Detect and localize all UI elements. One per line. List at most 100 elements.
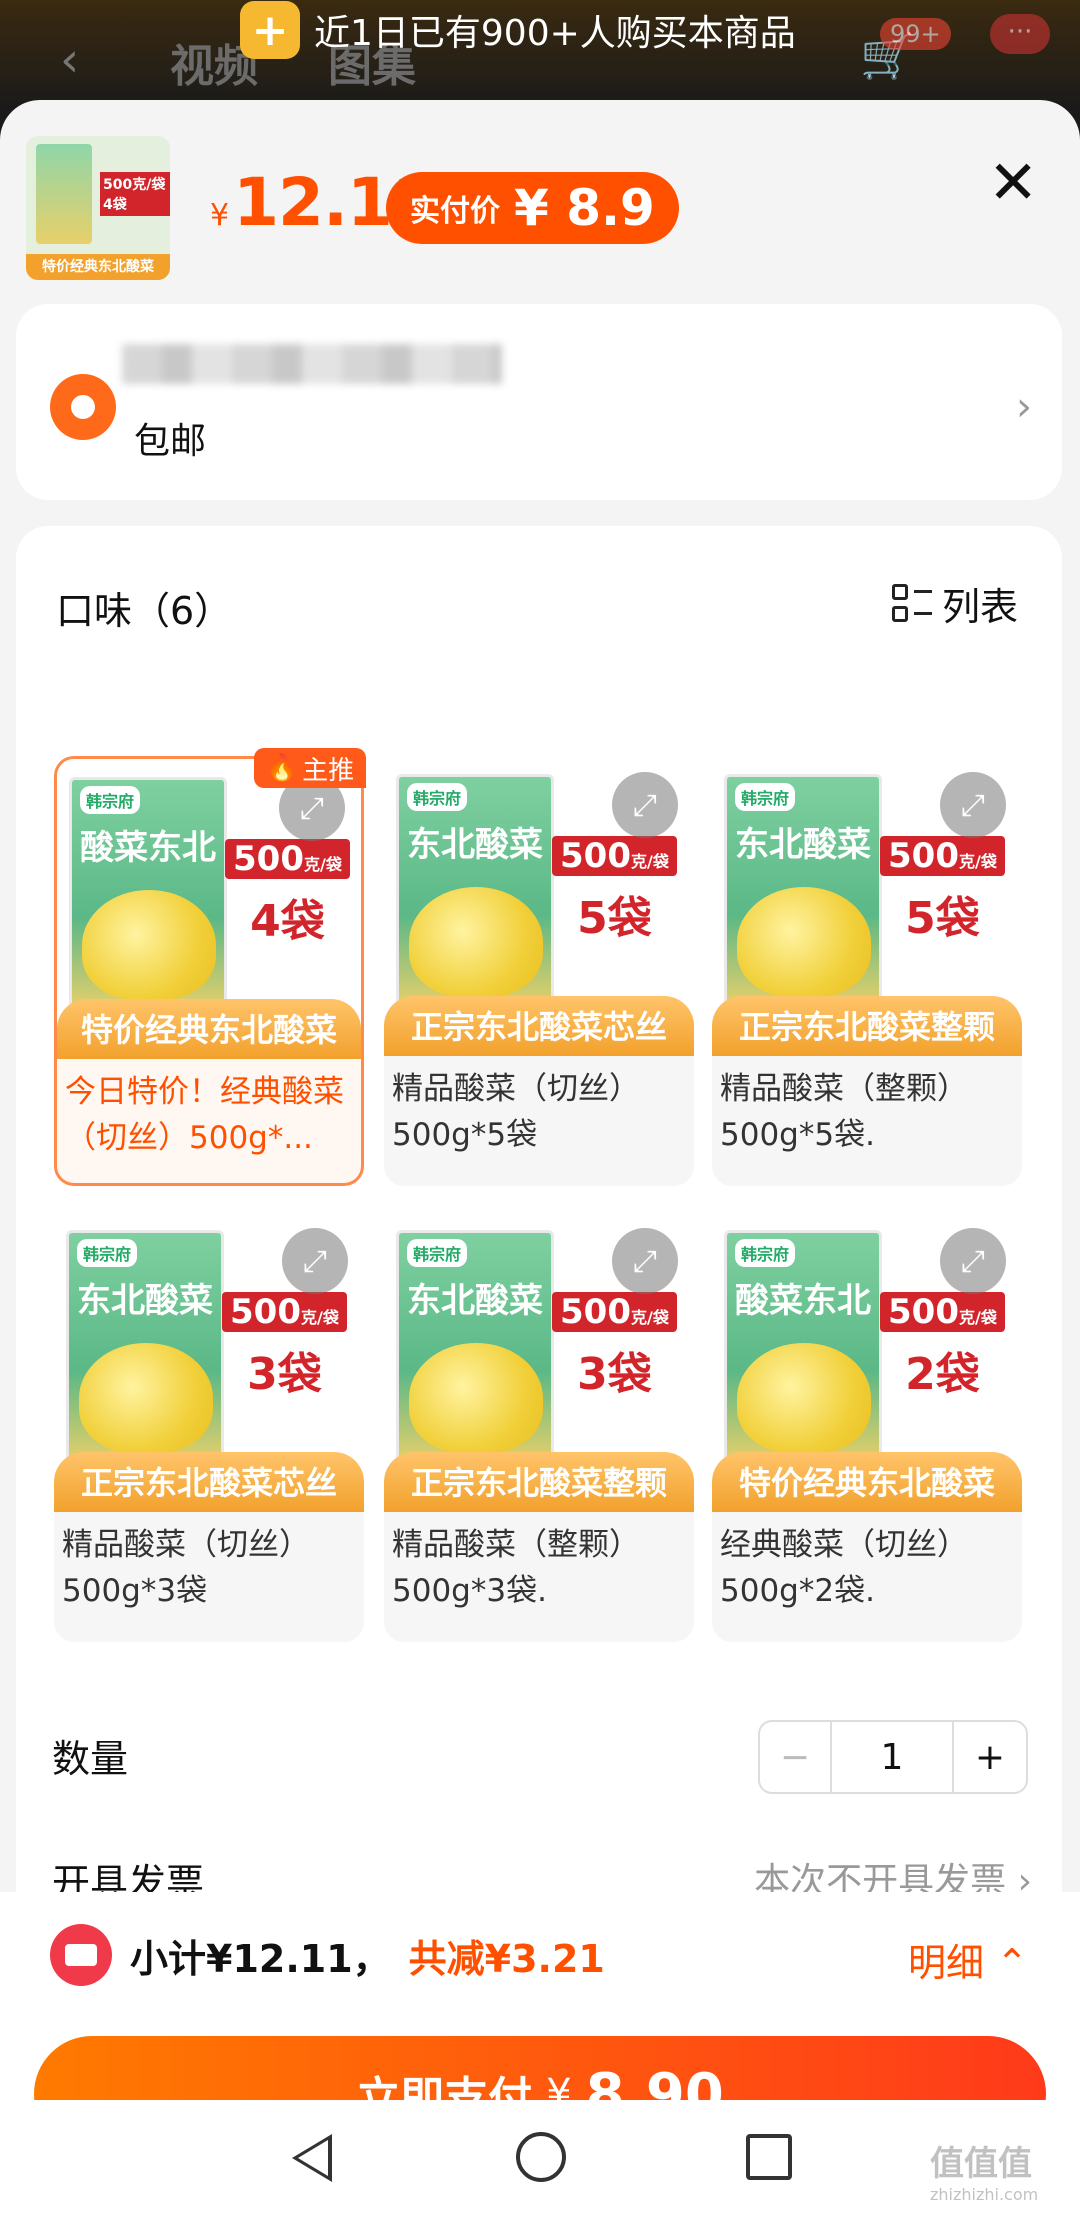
variant-strip: 正宗东北酸菜芯丝: [54, 1452, 364, 1512]
expand-icon[interactable]: ⤢: [940, 772, 1006, 838]
invoice-label: 开具发票: [52, 1861, 205, 1892]
close-icon[interactable]: ✕: [988, 148, 1038, 218]
weight: 500: [560, 836, 631, 876]
hot-tag: 🔥 主推: [254, 748, 366, 788]
expand-icon[interactable]: ⤢: [940, 1228, 1006, 1294]
address-blurred: [122, 344, 502, 384]
actual-price-label: 实付价: [410, 194, 500, 229]
variant-strip: 正宗东北酸菜整颗: [384, 1452, 694, 1512]
variant-card[interactable]: 韩宗府 东北酸菜 500克/袋 3袋 ⤢ 正宗东北酸菜芯丝精品酸菜（切丝）500g*3袋: [54, 1212, 364, 1642]
invoice-value: 本次不开具发票 ›: [754, 1861, 1032, 1892]
variant-image: 韩宗府 东北酸菜 500克/袋 3袋 ⤢ 正宗东北酸菜整颗: [384, 1212, 694, 1512]
bag-count: 3袋: [577, 1349, 652, 1400]
thumb-badge: 500克/袋 4袋: [100, 172, 170, 216]
watermark: 值值值 zhizhizhi.com: [930, 2144, 1039, 2204]
list-icon: [892, 583, 932, 624]
weight: 500: [560, 1292, 631, 1332]
address-card[interactable]: 包邮 ›: [16, 304, 1062, 500]
bag-count: 5袋: [905, 893, 980, 944]
pack-name: 东北酸菜: [735, 825, 871, 865]
nav-recent-icon[interactable]: [746, 2134, 792, 2180]
product-thumbnail[interactable]: 500克/袋 4袋 特价经典东北酸菜: [26, 136, 170, 280]
variant-description: 精品酸菜（切丝）500g*3袋: [62, 1527, 310, 1609]
bag-count: 3袋: [247, 1349, 322, 1400]
subtotal: 小计¥12.11，: [130, 1936, 391, 1981]
variant-card[interactable]: 韩宗府 酸菜东北 500克/袋 2袋 ⤢ 特价经典东北酸菜 经典酸菜（切丝）500g*2袋.: [712, 1212, 1022, 1642]
expand-icon[interactable]: ⤢: [282, 1228, 348, 1294]
invoice-row[interactable]: 开具发票 本次不开具发票 ›: [52, 1852, 1032, 1892]
expand-icon[interactable]: ⤢: [612, 772, 678, 838]
bag-count: 2袋: [905, 1349, 980, 1400]
variant-image: 韩宗府 酸菜东北 500克/袋 4袋 ⤢ 特价经典东北酸菜: [57, 759, 361, 1059]
brand-label: 韩宗府: [407, 783, 468, 811]
product-pack-image: 韩宗府 东北酸菜: [66, 1230, 224, 1466]
more-icon[interactable]: ···: [990, 14, 1050, 54]
chevron-right-icon: ›: [1016, 384, 1032, 430]
promo-text: 近1日已有900+人购买本商品: [314, 13, 796, 54]
pack-name: 东北酸菜: [407, 1281, 543, 1321]
shipping-text: 包邮: [134, 421, 207, 462]
weight-unit: 克/袋: [300, 1308, 339, 1327]
variant-description: 经典酸菜（切丝）500g*2袋.: [720, 1527, 968, 1609]
variant-image: 韩宗府 东北酸菜 500克/袋 5袋 ⤢ 正宗东北酸菜芯丝: [384, 756, 694, 1056]
pack-name: 酸菜东北: [735, 1281, 871, 1321]
variant-image: 韩宗府 东北酸菜 500克/袋 3袋 ⤢ 正宗东北酸菜芯丝: [54, 1212, 364, 1512]
expand-icon[interactable]: ⤢: [612, 1228, 678, 1294]
product-pack-image: 韩宗府 酸菜东北: [724, 1230, 882, 1466]
decrease-button[interactable]: −: [760, 1722, 832, 1792]
variant-description: 今日特价！经典酸菜（切丝）500g*...: [65, 1074, 344, 1156]
thumb-strip: 特价经典东北酸菜: [26, 254, 170, 280]
nav-home-icon[interactable]: [516, 2132, 566, 2182]
promo-banner: + 近1日已有900+人购买本商品: [240, 0, 796, 60]
nav-back-icon[interactable]: [292, 2134, 332, 2182]
coupon-icon: [50, 1924, 112, 1986]
purchase-sheet: 500克/袋 4袋 特价经典东北酸菜 ¥ 12.11 实付价 ¥ 8.9 ✕ 包…: [0, 100, 1080, 2218]
product-pack-image: 韩宗府 东北酸菜: [396, 774, 554, 1010]
bag-count: 4袋: [250, 896, 325, 947]
sheet-header: 500克/袋 4袋 特价经典东北酸菜 ¥ 12.11 实付价 ¥ 8.9 ✕: [0, 100, 1080, 300]
weight: 500: [230, 1292, 301, 1332]
brand-label: 韩宗府: [735, 783, 796, 811]
variant-title: 口味（6）: [56, 589, 233, 633]
list-view-toggle[interactable]: 列表: [892, 576, 1018, 631]
weight-unit: 克/袋: [630, 852, 669, 871]
weight-unit: 克/袋: [303, 855, 342, 874]
cart-badge: 99+: [880, 18, 951, 50]
location-pin-icon: [50, 374, 116, 440]
variant-description: 精品酸菜（整颗）500g*5袋.: [720, 1071, 968, 1153]
product-pack-image: 韩宗府 酸菜东北: [69, 777, 227, 1013]
pack-quantity: 500克/袋 5袋: [552, 836, 677, 946]
total-saving: 共减¥3.21: [408, 1936, 605, 1981]
quantity-label: 数量: [52, 1737, 129, 1781]
detail-toggle[interactable]: 明细 ⌃: [908, 1932, 1028, 1987]
weight-unit: 克/袋: [958, 1308, 997, 1327]
variant-card[interactable]: 韩宗府 东北酸菜 500克/袋 3袋 ⤢ 正宗东北酸菜整颗 精品酸菜（整颗）500g*3袋.: [384, 1212, 694, 1642]
brand-label: 韩宗府: [735, 1239, 796, 1267]
price-summary: 小计¥12.11， 共减¥3.21: [50, 1920, 605, 1990]
variant-strip: 特价经典东北酸菜: [57, 999, 361, 1059]
fire-icon: 🔥: [265, 753, 299, 783]
shopping-bag-icon: +: [240, 1, 300, 59]
increase-button[interactable]: +: [954, 1722, 1026, 1792]
variant-description: 精品酸菜（整颗）500g*3袋.: [392, 1527, 640, 1609]
back-icon[interactable]: ‹: [60, 32, 79, 88]
variant-strip: 正宗东北酸菜芯丝: [384, 996, 694, 1056]
variant-card[interactable]: 韩宗府 东北酸菜 500克/袋 5袋 ⤢ 正宗东北酸菜整颗 精品酸菜（整颗）500g*5袋.: [712, 756, 1022, 1186]
variant-card[interactable]: 韩宗府 东北酸菜 500克/袋 5袋 ⤢ 正宗东北酸菜芯丝精品酸菜（切丝）500g*5袋: [384, 756, 694, 1186]
currency-symbol: ¥: [210, 198, 230, 233]
hot-tag-label: 主推: [302, 755, 355, 786]
quantity-value[interactable]: 1: [832, 1722, 954, 1792]
variant-image: 韩宗府 酸菜东北 500克/袋 2袋 ⤢ 特价经典东北酸菜: [712, 1212, 1022, 1512]
variant-description: 精品酸菜（切丝）500g*5袋: [392, 1071, 640, 1153]
variant-image: 韩宗府 东北酸菜 500克/袋 5袋 ⤢ 正宗东北酸菜整颗: [712, 756, 1022, 1056]
brand-label: 韩宗府: [77, 1239, 138, 1267]
quantity-stepper[interactable]: − 1 +: [758, 1720, 1028, 1794]
actual-price-pill: 实付价 ¥ 8.9: [386, 172, 679, 244]
weight: 500: [888, 1292, 959, 1332]
product-pack-image: 韩宗府 东北酸菜: [724, 774, 882, 1010]
weight-unit: 克/袋: [630, 1308, 669, 1327]
variant-card[interactable]: 韩宗府 酸菜东北 500克/袋 4袋 ⤢ 特价经典东北酸菜 今日特价！经典酸菜（切丝）500…: [54, 756, 364, 1186]
bag-count: 5袋: [577, 893, 652, 944]
weight-unit: 克/袋: [958, 852, 997, 871]
brand-label: 韩宗府: [80, 786, 141, 814]
